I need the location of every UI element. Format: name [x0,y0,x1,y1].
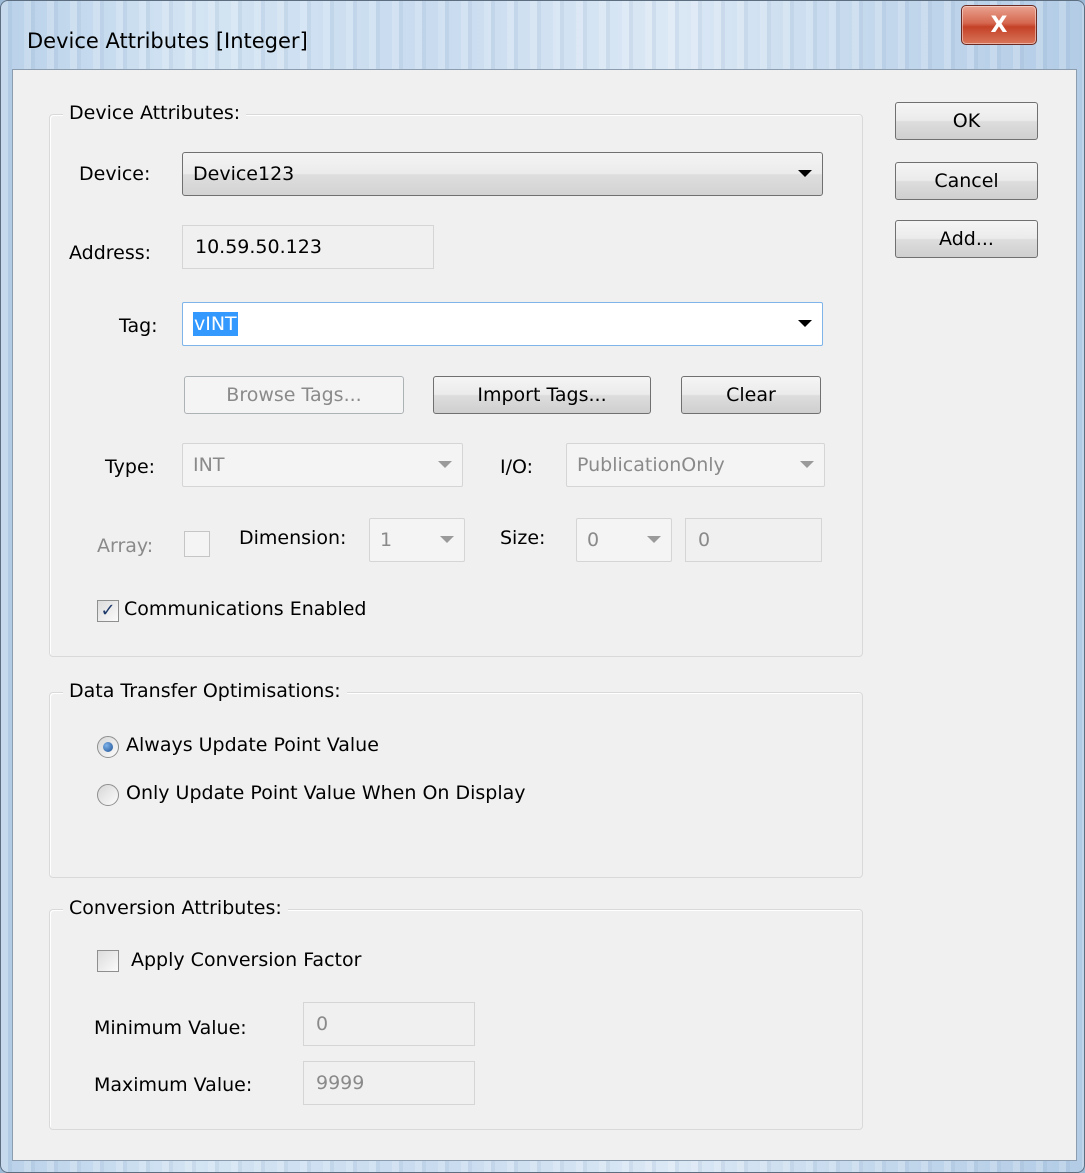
minimum-value: 0 [316,1013,329,1035]
clear-button[interactable]: Clear [681,376,821,414]
device-select[interactable]: Device123 [182,152,823,196]
chevron-down-icon [438,461,452,468]
address-label: Address: [69,242,152,264]
type-select[interactable]: INT [182,443,463,487]
cancel-button[interactable]: Cancel [895,162,1038,200]
dialog-title: Device Attributes [Integer] [27,29,308,53]
chevron-down-icon[interactable] [798,320,812,327]
always-update-radio[interactable] [97,736,119,758]
array-checkbox[interactable] [184,531,210,557]
always-update-label[interactable]: Always Update Point Value [126,734,379,756]
io-select-value: PublicationOnly [577,454,725,476]
browse-tags-button[interactable]: Browse Tags... [184,376,404,414]
device-attributes-group-label: Device Attributes: [63,102,247,124]
communications-enabled-label[interactable]: Communications Enabled [124,598,366,620]
add-button[interactable]: Add... [895,220,1038,258]
minimum-value-field[interactable]: 0 [303,1002,475,1046]
apply-conversion-label[interactable]: Apply Conversion Factor [131,949,361,971]
radio-selected-dot [103,742,113,752]
size-select-value: 0 [587,529,600,551]
io-label: I/O: [500,456,534,478]
maximum-value: 9999 [316,1072,365,1094]
conversion-attributes-group-label: Conversion Attributes: [63,897,288,919]
tag-label: Tag: [119,315,158,337]
update-on-display-label[interactable]: Only Update Point Value When On Display [126,782,526,804]
tag-combobox[interactable]: vINT [182,302,823,346]
device-label: Device: [79,163,151,185]
close-button[interactable]: X [961,5,1037,45]
dialog-client-area: OK Cancel Add... Device Attributes: Devi… [12,69,1077,1161]
dialog-window: Device Attributes [Integer] X OK Cancel … [0,0,1085,1173]
communications-enabled-checkbox[interactable]: ✓ [97,600,119,622]
size-field-value: 0 [698,529,711,551]
ok-button[interactable]: OK [895,102,1038,140]
maximum-value-field[interactable]: 9999 [303,1061,475,1105]
chevron-down-icon [647,536,661,543]
dimension-label: Dimension: [239,527,347,549]
chevron-down-icon [798,170,812,177]
type-select-value: INT [193,454,225,476]
import-tags-button[interactable]: Import Tags... [433,376,651,414]
apply-conversion-checkbox[interactable] [97,950,119,972]
dimension-select-value: 1 [380,529,393,551]
close-icon: X [990,12,1008,38]
chevron-down-icon [440,536,454,543]
dimension-select[interactable]: 1 [369,518,465,562]
address-value: 10.59.50.123 [195,236,322,258]
address-field: 10.59.50.123 [182,225,434,269]
size-select[interactable]: 0 [576,518,672,562]
device-select-value: Device123 [193,163,295,185]
check-icon: ✓ [100,600,116,621]
minimum-value-label: Minimum Value: [94,1017,247,1039]
chevron-down-icon [800,461,814,468]
maximum-value-label: Maximum Value: [94,1074,253,1096]
update-on-display-radio[interactable] [97,784,119,806]
tag-input-value[interactable]: vINT [193,312,238,336]
size-field: 0 [685,518,822,562]
io-select[interactable]: PublicationOnly [566,443,825,487]
size-label: Size: [500,527,546,549]
array-label: Array: [97,535,154,557]
data-transfer-group-label: Data Transfer Optimisations: [63,680,347,702]
type-label: Type: [105,456,156,478]
